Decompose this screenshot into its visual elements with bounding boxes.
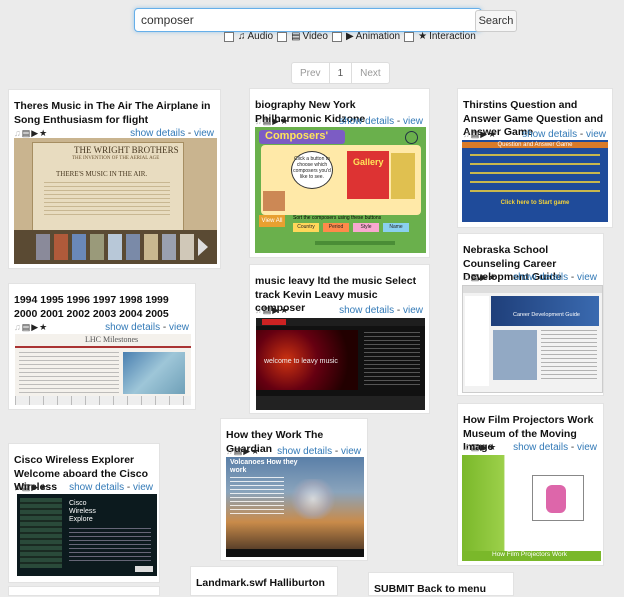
next-page-button[interactable]: Next [351,63,389,83]
filter-animation[interactable]: ▶ Animation [331,31,400,42]
result-card: SUBMIT Back to menu [368,572,514,596]
view-link[interactable]: view [586,129,606,140]
card-thumbnail[interactable]: How Film Projectors Work [462,455,601,561]
result-card: biography New York Philharmonic Kidzone … [249,88,430,258]
search-input[interactable] [134,8,482,32]
card-thumbnail[interactable]: Composers' Click a button to choose whic… [255,127,426,253]
animation-checkbox[interactable] [331,31,342,42]
view-link[interactable]: view [169,322,189,333]
result-card: Nebraska School Counseling Career Develo… [457,233,604,396]
media-type-icons: ♫▤▶★ [255,116,290,126]
card-links: show details - view [513,272,597,283]
interaction-checkbox[interactable] [404,31,415,42]
result-card: How they Work The Guardian ♫▤▶★ show det… [220,418,368,561]
result-card [8,586,160,596]
card-thumbnail[interactable]: Question and Answer Game Click here to S… [462,140,608,222]
period-button[interactable]: Period [323,223,349,232]
result-card: music leavy ltd the music Select track K… [249,264,430,414]
card-links: show details - view [277,446,361,457]
video-checkbox[interactable] [277,31,288,42]
show-details-link[interactable]: show details [105,322,160,333]
result-card: Landmark.swf Halliburton [190,566,338,596]
view-link[interactable]: view [577,272,597,283]
show-details-link[interactable]: show details [513,442,568,453]
show-details-link[interactable]: show details [277,446,332,457]
show-details-link[interactable]: show details [513,272,568,283]
media-type-icons: ♫▤▶★ [226,446,261,456]
result-card: How Film Projectors Work Museum of the M… [457,403,604,566]
filter-audio[interactable]: ♫ Audio [224,31,273,42]
card-links: show details - view [339,305,423,316]
media-type-icons: ♫▤▶★ [14,482,49,492]
view-link[interactable]: view [577,442,597,453]
view-link[interactable]: view [403,116,423,127]
card-thumbnail[interactable]: welcome to leavy music [256,318,425,410]
card-title: Theres Music in The Air The Airplane in … [14,100,211,126]
card-title: 1994 1995 1996 1997 1998 1999 2000 2001 … [14,294,169,320]
media-type-icons: ♫▤▶★ [14,322,49,332]
media-type-icons: ♫▤▶★ [463,272,498,282]
result-card: Thirstins Question and Answer Game Quest… [457,88,613,228]
show-details-link[interactable]: show details [522,129,577,140]
media-type-icons: ♫▤▶★ [255,305,290,315]
search-button[interactable]: Search [475,10,517,32]
card-thumbnail[interactable]: Volcanoes How they work [226,457,364,557]
audio-checkbox[interactable] [224,31,234,42]
view-all-button[interactable]: View All [259,215,285,227]
film-icon: ▤ [291,31,301,42]
card-links: show details - view [339,116,423,127]
play-icon: ▶ [345,31,354,42]
media-type-icons: ♫▤▶★ [463,129,498,139]
card-thumbnail[interactable]: Cisco Wireless Explore [17,494,157,576]
media-type-icons: ♫▤▶★ [463,442,498,452]
result-card: Theres Music in The Air The Airplane in … [8,89,221,269]
show-details-link[interactable]: show details [339,116,394,127]
card-links: show details - view [522,129,606,140]
view-link[interactable]: view [133,482,153,493]
card-title: SUBMIT Back to menu [374,583,487,595]
view-link[interactable]: view [403,305,423,316]
show-details-link[interactable]: show details [69,482,124,493]
filter-video[interactable]: ▤ Video [277,31,328,42]
prev-page-button[interactable]: Prev [292,63,329,83]
music-icon: ♫ [238,31,246,42]
style-button[interactable]: Style [353,223,379,232]
filter-interaction[interactable]: ★ Interaction [404,31,476,42]
pagination: Prev 1 Next [291,62,390,84]
card-thumbnail[interactable]: Career Development Guide [462,285,603,393]
view-link[interactable]: view [341,446,361,457]
card-links: show details - view [513,442,597,453]
card-links: show details - view [105,322,189,333]
country-button[interactable]: Country [293,223,319,232]
card-thumbnail[interactable]: THE WRIGHT BROTHERS THE INVENTION OF THE… [14,138,217,264]
card-title: Landmark.swf Halliburton [196,577,325,589]
media-filters: ♫ Audio ▤ Video ▶ Animation ★ Interaction [224,31,478,42]
show-details-link[interactable]: show details [339,305,394,316]
star-icon: ★ [418,31,428,42]
name-button[interactable]: Name [383,223,409,232]
current-page[interactable]: 1 [328,63,352,83]
result-card: 1994 1995 1996 1997 1998 1999 2000 2001 … [8,283,196,410]
result-card: Cisco Wireless Explorer Welcome aboard t… [8,443,160,583]
card-links: show details - view [69,482,153,493]
card-thumbnail[interactable]: LHC Milestones [15,334,191,405]
